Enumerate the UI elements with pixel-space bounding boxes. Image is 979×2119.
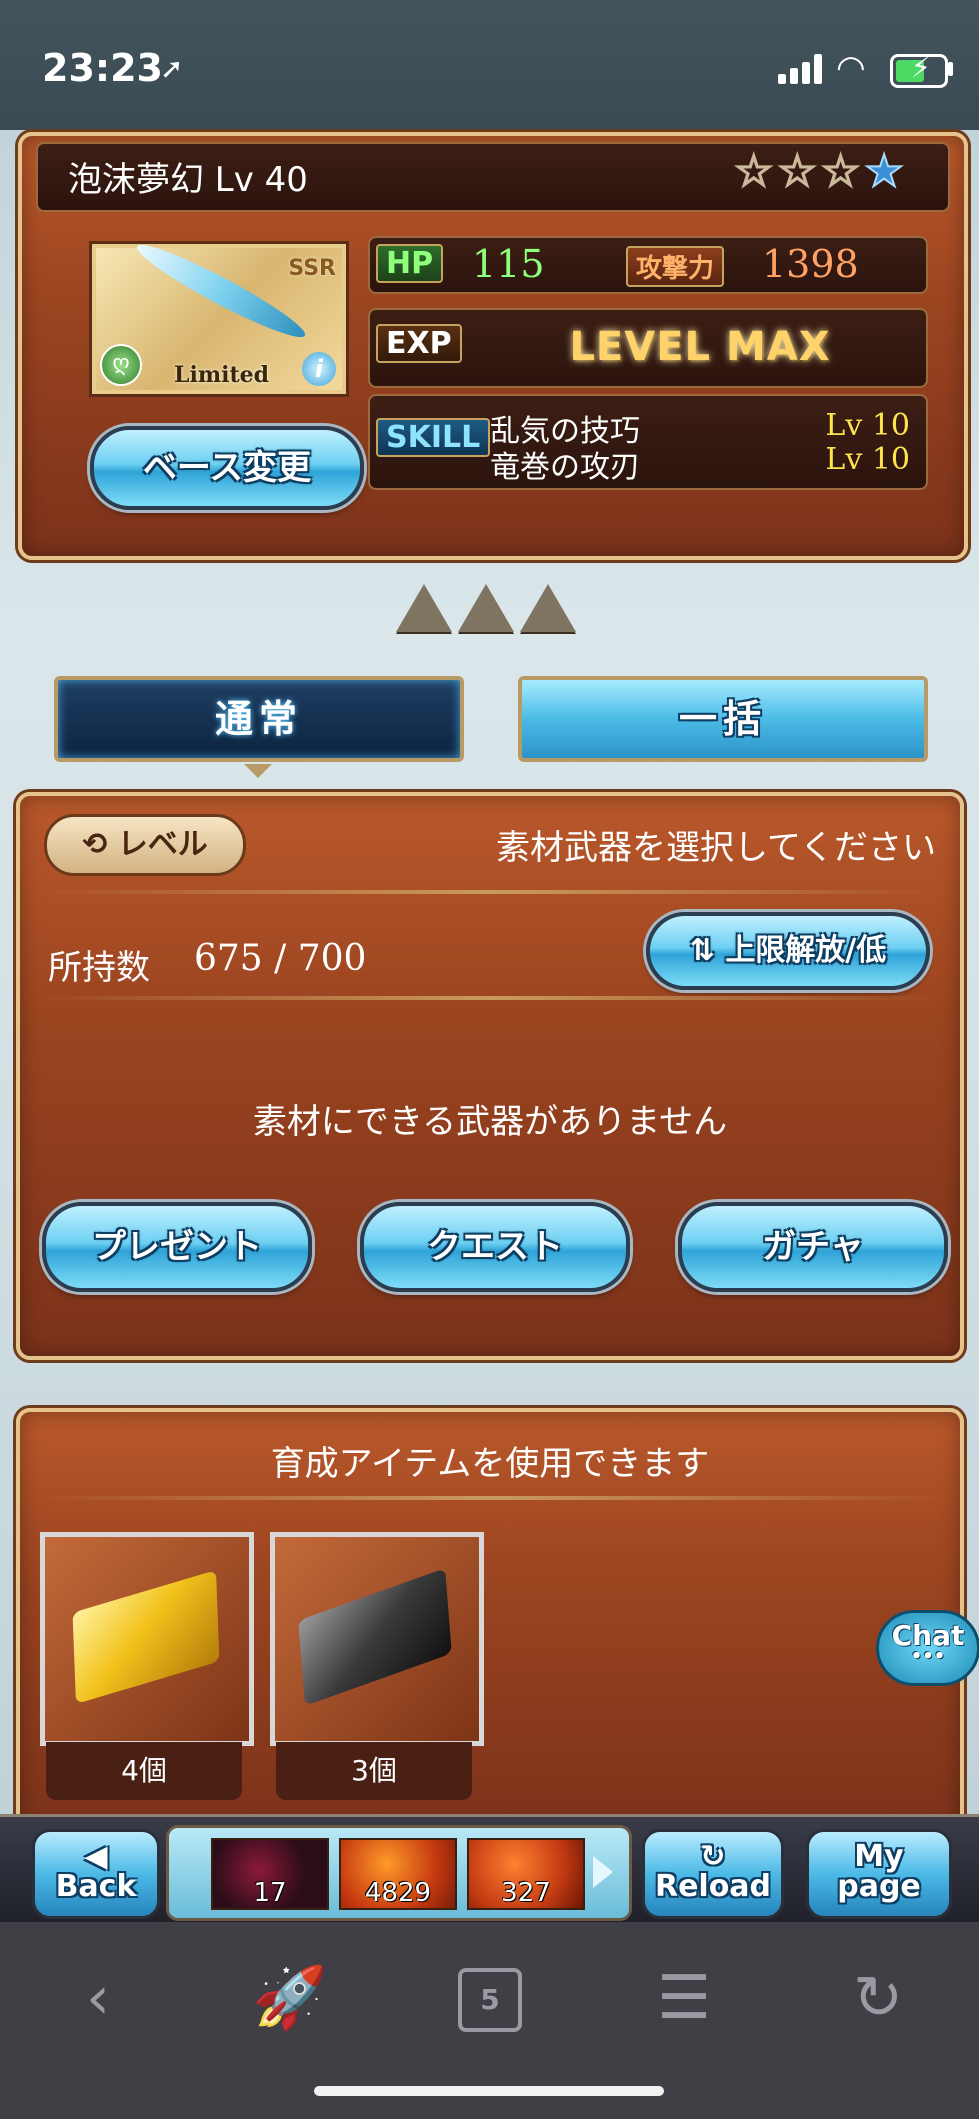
hp-label: HP	[376, 244, 444, 283]
tab-count-button[interactable]: 5	[458, 1968, 522, 2032]
refresh-icon[interactable]: ↻	[838, 1958, 918, 2038]
present-button[interactable]: プレゼント	[42, 1202, 312, 1292]
mypage-label-line2: page	[837, 1869, 921, 1904]
wifi-icon: ◠	[836, 48, 866, 88]
tier-pyramid-icon	[396, 584, 452, 632]
gold-ingot-icon	[72, 1570, 220, 1704]
material-panel-title: 素材武器を選択してください	[496, 828, 936, 868]
location-arrow-icon: ➚	[160, 52, 184, 85]
refresh-icon: ⟲	[82, 827, 108, 862]
reload-icon: ↻	[700, 1839, 726, 1874]
growth-item-title: 育成アイテムを使用できます	[270, 1444, 710, 1484]
divider	[40, 1496, 940, 1500]
stat-row-hp-atk: HP 115 攻撃力 1398	[368, 236, 928, 294]
flame-item-icon: 327	[467, 1838, 585, 1910]
status-bar: 23:23 ➚ ◠ ⚡	[0, 0, 979, 130]
limited-label: Limited	[174, 362, 270, 388]
item-count: 4個	[46, 1742, 242, 1800]
resource-value: 17	[253, 1878, 287, 1908]
dark-ingot-icon	[298, 1568, 452, 1706]
star-icon-lit: ★	[863, 145, 908, 198]
star-icon: ☆	[820, 145, 865, 198]
base-change-button[interactable]: ベース変更	[90, 426, 364, 510]
mypage-button[interactable]: My page	[806, 1829, 952, 1919]
rarity-badge: SSR	[288, 256, 336, 281]
info-icon[interactable]: i	[302, 352, 336, 386]
mypage-label-line1: My	[854, 1839, 904, 1874]
tab-bulk[interactable]: 一括	[518, 676, 928, 762]
stat-row-exp: EXP LEVEL MAX	[368, 308, 928, 388]
tier-pyramid-icon	[458, 584, 514, 632]
star-rating: ☆☆☆★	[733, 145, 908, 198]
wind-element-icon: ღ	[100, 344, 142, 386]
game-nav-bar: ◀ Back 17 4829 327 ↻ Reload My page	[0, 1814, 979, 1925]
tab-normal[interactable]: 通常	[54, 676, 464, 778]
hp-value: 115	[472, 242, 545, 286]
chat-button[interactable]: Chat •••	[876, 1610, 979, 1686]
stat-row-skill: SKILL 乱気の技巧 Lv 10 竜巻の攻刃 Lv 10	[368, 394, 928, 490]
skill-level-2: Lv 10	[825, 442, 910, 477]
cellular-signal-icon	[778, 54, 824, 84]
battery-icon: ⚡	[890, 51, 948, 88]
home-indicator	[314, 2086, 664, 2096]
owned-value: 675 / 700	[194, 938, 367, 979]
sort-arrows-icon: ⇅	[689, 933, 715, 968]
fire-item-icon: 4829	[339, 1838, 457, 1910]
resource-value: 327	[501, 1878, 551, 1908]
chat-dots-icon: •••	[910, 1646, 946, 1667]
resource-value: 4829	[364, 1878, 432, 1908]
weapon-card: 泡沫夢幻 Lv 40 ☆☆☆★ SSR ღ Limited i HP 115 攻…	[18, 132, 968, 560]
gacha-button[interactable]: ガチャ	[678, 1202, 948, 1292]
limit-break-sort-button[interactable]: ⇅ 上限解放/低	[646, 912, 930, 990]
skill-label: SKILL	[376, 418, 491, 457]
back-arrow-icon: ◀	[84, 1839, 108, 1874]
owned-label: 所持数	[48, 948, 150, 988]
divider	[40, 890, 940, 894]
skill-level-1: Lv 10	[825, 408, 910, 443]
empty-message: 素材にできる武器がありません	[252, 1102, 728, 1142]
atk-value: 1398	[762, 242, 859, 286]
reload-label: Reload	[654, 1869, 772, 1904]
material-panel: ⟲ レベル 素材武器を選択してください 所持数 675 / 700 ⇅ 上限解放…	[16, 792, 964, 1360]
menu-icon[interactable]: ☰	[644, 1958, 724, 2038]
divider	[40, 996, 940, 1000]
limit-break-sort-label: 上限解放/低	[725, 933, 887, 968]
growth-item-panel: 育成アイテムを使用できます 4個 3個	[16, 1408, 964, 1832]
crystal-orb-icon: 17	[211, 1838, 329, 1910]
tier-pyramid-icon	[520, 584, 576, 632]
atk-label: 攻撃力	[626, 246, 725, 287]
uncap-tier-indicators	[396, 584, 586, 644]
back-button[interactable]: ◀ Back	[32, 1829, 160, 1919]
chevron-left-icon[interactable]: ‹	[58, 1958, 138, 2038]
sort-level-label: レベル	[117, 827, 208, 862]
reload-button[interactable]: ↻ Reload	[642, 1829, 784, 1919]
gold-ingot-item[interactable]	[40, 1532, 254, 1746]
rocket-icon[interactable]: 🚀	[250, 1958, 330, 2038]
skill-name-2: 竜巻の攻刃	[490, 450, 640, 485]
weapon-blade-art	[131, 234, 311, 348]
status-time: 23:23	[42, 46, 163, 90]
dark-ingot-item[interactable]	[270, 1532, 484, 1746]
weapon-image[interactable]: SSR ღ Limited i	[92, 234, 346, 394]
star-icon: ☆	[733, 145, 778, 198]
weapon-name: 泡沫夢幻 Lv 40	[68, 160, 308, 200]
exp-label: EXP	[376, 324, 462, 363]
item-count: 3個	[276, 1742, 472, 1800]
resource-bar[interactable]: 17 4829 327	[166, 1825, 632, 1921]
star-icon: ☆	[776, 145, 821, 198]
level-max-text: LEVEL MAX	[569, 324, 831, 370]
sort-level-button[interactable]: ⟲ レベル	[44, 814, 246, 876]
chevron-right-icon[interactable]	[593, 1856, 613, 1888]
back-label: Back	[55, 1869, 137, 1904]
quest-button[interactable]: クエスト	[360, 1202, 630, 1292]
